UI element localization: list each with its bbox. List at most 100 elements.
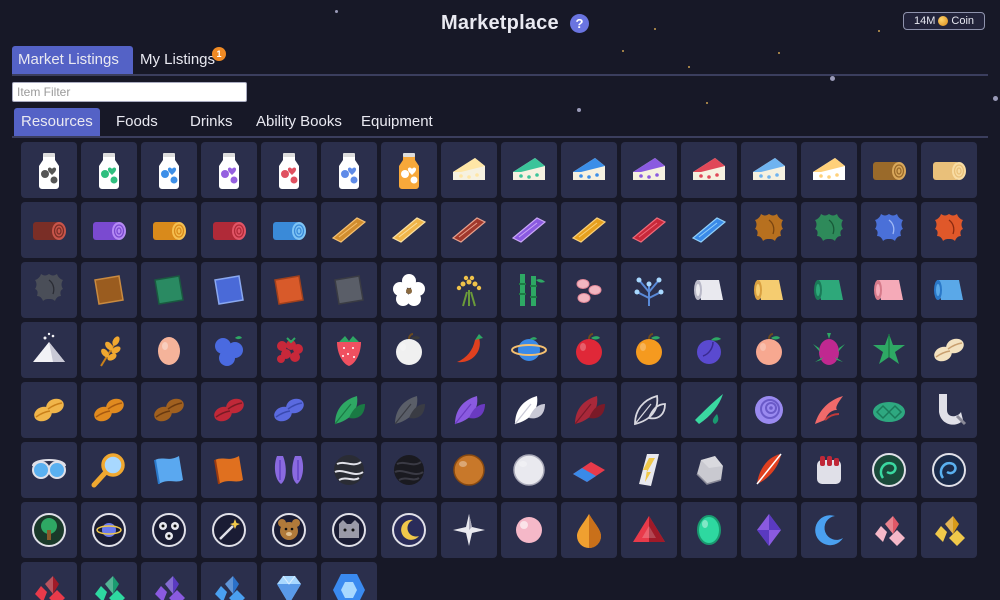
item-cell-planet-essence[interactable]	[81, 502, 137, 558]
item-cell-black-tea-leaf[interactable]	[381, 382, 437, 438]
tab-market-listings[interactable]: Market Listings	[12, 46, 133, 74]
item-cell-plum[interactable]	[501, 322, 557, 378]
item-cell-blue-gem[interactable]	[261, 562, 317, 600]
item-cell-catalyst-of-coinification[interactable]	[681, 382, 737, 438]
item-cell-moolong-tea-leaf[interactable]	[381, 322, 437, 378]
item-cell-stone[interactable]	[681, 442, 737, 498]
item-cell-flipper[interactable]	[261, 442, 317, 498]
item-cell-eraser[interactable]	[561, 442, 617, 498]
tab-drinks[interactable]: Drinks	[183, 108, 240, 136]
item-cell-star-fragment[interactable]	[441, 502, 497, 558]
item-cell-flax[interactable]	[441, 262, 497, 318]
item-cell-burble-milk[interactable]	[201, 142, 257, 198]
item-cell-azure-cloth[interactable]	[141, 442, 197, 498]
item-cell-black-orb[interactable]	[381, 442, 437, 498]
tab-ability-books[interactable]: Ability Books	[249, 108, 349, 136]
item-cell-gold-crystals[interactable]	[921, 502, 977, 558]
item-cell-rough-hide[interactable]	[741, 202, 797, 258]
item-cell-purpleheart-lumber[interactable]	[501, 202, 557, 258]
item-cell-azure-milk[interactable]	[141, 142, 197, 198]
item-cell-shadow-orb[interactable]	[321, 442, 377, 498]
item-cell-excelsa-coffee-bean[interactable]	[141, 382, 197, 438]
item-cell-azure-essence[interactable]	[921, 442, 977, 498]
item-cell-bamboo-branch[interactable]	[501, 262, 557, 318]
tab-foods[interactable]: Foods	[109, 108, 165, 136]
item-cell-moolong-leaf[interactable]	[501, 382, 557, 438]
item-cell-copper-orb[interactable]	[441, 442, 497, 498]
item-cell-phoenix-feather[interactable]	[741, 442, 797, 498]
item-cell-turtle-shell[interactable]	[861, 382, 917, 438]
item-cell-peach[interactable]	[741, 322, 797, 378]
item-cell-silver-orb[interactable]	[501, 442, 557, 498]
item-cell-beast-hide[interactable]	[921, 202, 977, 258]
item-cell-plum-fruit[interactable]	[681, 322, 737, 378]
item-cell-reptile-hide[interactable]	[801, 202, 857, 258]
item-cell-redwood-log[interactable]	[201, 202, 257, 258]
item-cell-garnet[interactable]	[621, 502, 677, 558]
item-cell-red-chili[interactable]	[441, 322, 497, 378]
item-cell-green-tea-leaf[interactable]	[321, 382, 377, 438]
item-cell-birch-log[interactable]	[921, 142, 977, 198]
item-cell-blueberry[interactable]	[201, 322, 257, 378]
item-cell-lightning-shard[interactable]	[621, 442, 677, 498]
item-cell-cotton-fabric[interactable]	[681, 262, 737, 318]
item-cell-apple[interactable]	[561, 322, 617, 378]
item-cell-holy-cheese[interactable]	[801, 142, 857, 198]
item-cell-robusta-coffee-bean[interactable]	[21, 382, 77, 438]
item-cell-green-crystals[interactable]	[81, 562, 137, 600]
item-cell-cheese[interactable]	[441, 142, 497, 198]
item-cell-birch-lumber[interactable]	[381, 202, 437, 258]
item-cell-bamboo-fabric[interactable]	[801, 262, 857, 318]
item-cell-cotton[interactable]	[381, 262, 437, 318]
item-cell-lumber[interactable]	[321, 202, 377, 258]
item-cell-star-fruit[interactable]	[861, 322, 917, 378]
item-cell-gobo-essence[interactable]	[321, 502, 377, 558]
item-cell-spacia-coffee-bean[interactable]	[261, 382, 317, 438]
item-cell-beast-leather[interactable]	[261, 262, 317, 318]
item-cell-burble-tea-leaf[interactable]	[441, 382, 497, 438]
item-cell-marine-scale[interactable]	[921, 382, 977, 438]
item-cell-red-tea-leaf[interactable]	[561, 382, 617, 438]
question-circle-icon[interactable]: ?	[570, 14, 589, 33]
item-cell-purpleheart-log[interactable]	[81, 202, 137, 258]
item-cell-purple-crystals[interactable]	[141, 562, 197, 600]
item-cell-gummy-fist[interactable]	[801, 442, 857, 498]
item-cell-dragon-fruit[interactable]	[801, 322, 857, 378]
item-cell-snail-shell[interactable]	[741, 382, 797, 438]
item-cell-inferno-cloth[interactable]	[201, 442, 257, 498]
item-cell-eyes-essence[interactable]	[141, 502, 197, 558]
item-cell-amethyst[interactable]	[741, 502, 797, 558]
tab-resources[interactable]: Resources	[14, 108, 100, 136]
tab-equipment[interactable]: Equipment	[354, 108, 440, 136]
item-filter-input[interactable]	[12, 82, 247, 102]
item-cell-arcane-lumber[interactable]	[681, 202, 737, 258]
item-cell-verdant-essence[interactable]	[861, 442, 917, 498]
item-cell-ginkgo-lumber[interactable]	[561, 202, 617, 258]
item-cell-sparkle-essence[interactable]	[201, 502, 257, 558]
item-cell-jade[interactable]	[681, 502, 737, 558]
item-cell-holy-milk[interactable]	[381, 142, 437, 198]
item-cell-radiant-fiber[interactable]	[621, 262, 677, 318]
item-cell-wheat[interactable]	[81, 322, 137, 378]
item-cell-sugar[interactable]	[21, 322, 77, 378]
item-cell-liberica-coffee-bean[interactable]	[81, 382, 137, 438]
item-cell-silk-fabric[interactable]	[861, 262, 917, 318]
item-cell-log[interactable]	[861, 142, 917, 198]
item-cell-red-crystals[interactable]	[21, 562, 77, 600]
item-cell-arabica-coffee-bean[interactable]	[921, 322, 977, 378]
item-cell-reptile-leather[interactable]	[141, 262, 197, 318]
item-cell-crimson-cheese[interactable]	[681, 142, 737, 198]
item-cell-redwood-lumber[interactable]	[621, 202, 677, 258]
item-cell-linen-fabric[interactable]	[741, 262, 797, 318]
item-cell-radiant-fabric[interactable]	[921, 262, 977, 318]
item-cell-moon-essence[interactable]	[381, 502, 437, 558]
item-cell-nature-essence[interactable]	[21, 502, 77, 558]
item-cell-pink-crystals[interactable]	[861, 502, 917, 558]
item-cell-emp-tea-leaf[interactable]	[621, 382, 677, 438]
item-cell-crimson-milk[interactable]	[261, 142, 317, 198]
item-cell-umbral-hide[interactable]	[21, 262, 77, 318]
item-cell-cedar-lumber[interactable]	[441, 202, 497, 258]
item-cell-raspberry[interactable]	[261, 322, 317, 378]
item-cell-burble-cheese[interactable]	[621, 142, 677, 198]
item-cell-orange[interactable]	[621, 322, 677, 378]
